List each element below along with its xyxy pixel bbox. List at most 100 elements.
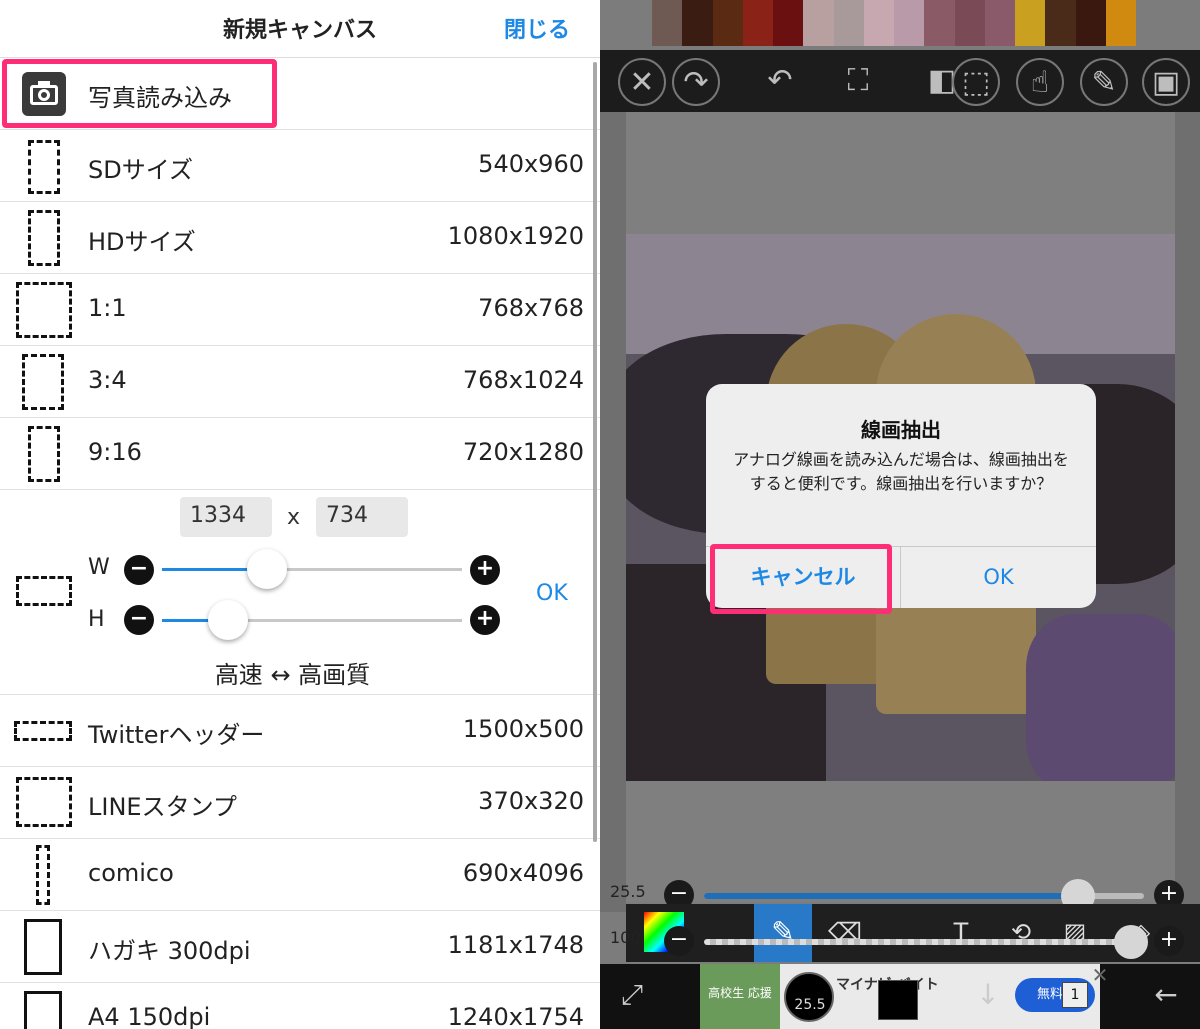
preset-row-hd[interactable]: HDサイズ 1080x1920	[0, 202, 600, 274]
preset-label: HDサイズ	[88, 228, 196, 256]
preset-row-a4[interactable]: A4 150dpi 1240x1754	[0, 983, 600, 1029]
preset-label: comico	[88, 859, 174, 887]
preset-row-sd[interactable]: SDサイズ 540x960	[0, 130, 600, 202]
width-slider[interactable]	[162, 549, 462, 589]
bottom-toolbar: ⤢ 高校生 応援 マイナビ バイト 無料D ✕ 25.5 ↓ 1 ←	[600, 964, 1200, 1029]
preset-label: A4 150dpi	[88, 1003, 211, 1029]
opacity-knob[interactable]	[1113, 925, 1148, 959]
landscape-canvas-icon	[16, 576, 72, 606]
palette-swatch[interactable]	[742, 0, 773, 46]
opacity-minus-button[interactable]: −	[664, 926, 694, 956]
height-input[interactable]: 734	[316, 497, 408, 537]
palette-swatch[interactable]	[984, 0, 1015, 46]
width-slider-knob[interactable]	[247, 549, 287, 589]
undo-icon[interactable]: ↶	[756, 58, 804, 106]
preset-size: 540x960	[478, 150, 584, 178]
transform-icon[interactable]: ⛶	[834, 58, 882, 106]
preset-row-3-4[interactable]: 3:4 768x1024	[0, 346, 600, 418]
clear-icon[interactable]: ✕	[618, 58, 666, 106]
height-plus-button[interactable]: +	[470, 605, 500, 635]
palette-swatch[interactable]	[894, 0, 925, 46]
new-canvas-panel: 新規キャンバス 閉じる 写真読み込み SDサイズ 540x960 HDサイズ 1…	[0, 0, 600, 1029]
brush-size-value: 25.5	[610, 882, 646, 901]
palette-swatch[interactable]	[652, 0, 683, 46]
palette-swatch[interactable]	[773, 0, 804, 46]
portrait-canvas-icon	[28, 210, 60, 266]
brush-size-slider[interactable]	[704, 879, 1144, 913]
palette-swatch[interactable]	[1105, 0, 1136, 46]
square-canvas-icon	[16, 777, 72, 827]
palette-swatch[interactable]	[1015, 0, 1046, 46]
portrait-canvas-icon	[24, 919, 62, 975]
preset-row-line-stamp[interactable]: LINEスタンプ 370x320	[0, 767, 600, 839]
current-color-swatch[interactable]	[878, 980, 918, 1020]
palette-swatch[interactable]	[803, 0, 834, 46]
preset-row-twitter-header[interactable]: Twitterヘッダー 1500x500	[0, 695, 600, 767]
highlight-box	[2, 59, 277, 128]
custom-size-section: 1334 x 734 W − + H − + OK 高速 ↔ 高画質	[0, 491, 600, 695]
dialog-title: 線画抽出	[861, 418, 941, 442]
color-palette[interactable]	[652, 0, 1136, 46]
height-slider[interactable]	[162, 600, 462, 640]
ad-close-icon[interactable]: ✕	[1088, 964, 1112, 988]
opacity-slider-row: 100 − +	[600, 922, 1200, 962]
preset-size: 370x320	[478, 787, 584, 815]
gallery-icon[interactable]: ▣	[1142, 58, 1190, 106]
canvas-margin-right	[1175, 112, 1200, 912]
square-canvas-icon	[16, 282, 72, 338]
drawing-editor: ✕ ↷ ↶ ⛶ ◧ ⬚ ☝ ✎ ▣ 線画抽出 アナログ線画を読み込んだ場合は、線…	[600, 0, 1200, 1029]
preset-label: ハガキ 300dpi	[88, 937, 251, 965]
preset-size: 1500x500	[462, 715, 584, 743]
preset-label: LINEスタンプ	[88, 793, 237, 821]
preset-label: Twitterヘッダー	[88, 721, 265, 749]
top-toolbar: ✕ ↷ ↶ ⛶ ◧ ⬚ ☝ ✎ ▣	[600, 50, 1200, 112]
dialog-message: アナログ線画を読み込んだ場合は、線画抽出をすると便利です。線画抽出を行いますか？	[733, 450, 1069, 493]
ok-button[interactable]: OK	[901, 547, 1096, 608]
width-input[interactable]: 1334	[180, 497, 272, 537]
palette-swatch[interactable]	[924, 0, 955, 46]
portrait-canvas-icon	[28, 426, 60, 482]
width-plus-button[interactable]: +	[470, 555, 500, 585]
photo-import-row[interactable]: 写真読み込み	[0, 58, 600, 130]
preset-size: 1080x1920	[447, 222, 584, 250]
preset-row-square[interactable]: 1:1 768x768	[0, 274, 600, 346]
brush-size-label: 25.5	[794, 997, 826, 1013]
close-button[interactable]: 閉じる	[504, 12, 570, 44]
layer-count-badge[interactable]: 1	[1062, 982, 1088, 1008]
opacity-plus-button[interactable]: +	[1154, 926, 1184, 956]
preset-row-9-16[interactable]: 9:16 720x1280	[0, 418, 600, 490]
tall-canvas-icon	[36, 845, 50, 905]
speed-quality-label: 高速 ↔ 高画質	[214, 661, 371, 689]
selection-icon[interactable]: ⬚	[952, 58, 1000, 106]
back-arrow-icon[interactable]: ←	[1144, 974, 1188, 1018]
opacity-slider[interactable]	[704, 925, 1148, 959]
preset-row-postcard[interactable]: ハガキ 300dpi 1181x1748	[0, 911, 600, 983]
brush-size-fill	[704, 893, 1078, 899]
palette-swatch[interactable]	[682, 0, 713, 46]
scrollbar[interactable]	[593, 62, 597, 842]
preset-size: 720x1280	[462, 438, 584, 466]
preset-size: 768x1024	[462, 366, 584, 394]
palette-swatch[interactable]	[954, 0, 985, 46]
redo-icon[interactable]: ↷	[672, 58, 720, 106]
palette-swatch[interactable]	[833, 0, 864, 46]
width-minus-button[interactable]: −	[124, 555, 154, 585]
palette-swatch[interactable]	[712, 0, 743, 46]
tool-switch-icon[interactable]: ⤢	[610, 974, 654, 1018]
portrait-canvas-icon	[22, 354, 64, 410]
custom-ok-button[interactable]: OK	[536, 581, 568, 606]
preset-size: 768x768	[478, 294, 584, 322]
palette-swatch[interactable]	[1075, 0, 1106, 46]
preset-row-comico[interactable]: comico 690x4096	[0, 839, 600, 911]
arrow-down-icon[interactable]: ↓	[966, 974, 1010, 1018]
opacity-value: 100	[610, 928, 641, 947]
hand-icon[interactable]: ☝	[1016, 58, 1064, 106]
preset-size: 1240x1754	[447, 1003, 584, 1029]
height-slider-knob[interactable]	[208, 600, 248, 640]
palette-swatch[interactable]	[1045, 0, 1076, 46]
highlight-box	[710, 544, 892, 614]
ruler-icon[interactable]: ✎	[1080, 58, 1128, 106]
palette-swatch[interactable]	[863, 0, 894, 46]
wide-canvas-icon	[14, 721, 72, 741]
height-minus-button[interactable]: −	[124, 605, 154, 635]
